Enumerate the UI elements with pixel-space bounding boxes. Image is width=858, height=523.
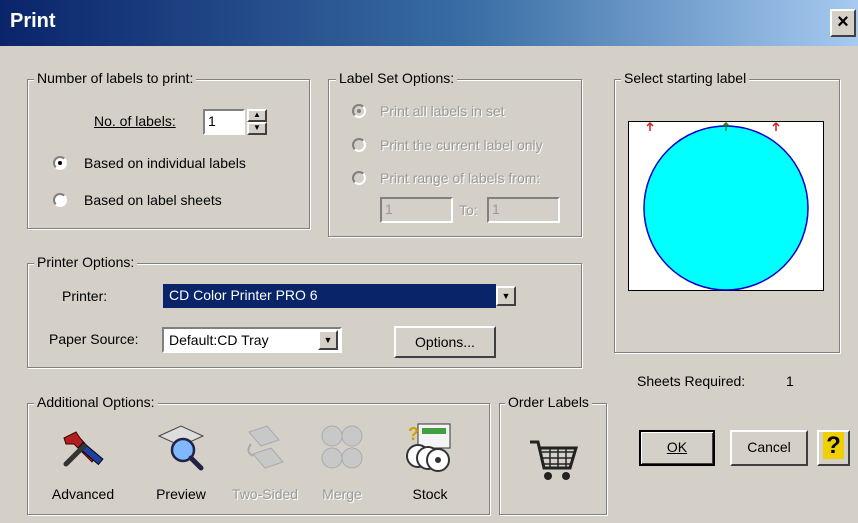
printer-options-button[interactable]: Options... — [394, 326, 496, 358]
magnifier-icon — [157, 425, 205, 471]
radio-print-range-label[interactable]: Print range of labels from: — [380, 170, 540, 186]
printer-select[interactable]: CD Color Printer PRO 6 ▼ — [163, 284, 530, 308]
printer-dropdown-button[interactable]: ▼ — [496, 286, 516, 306]
start-label-group-legend: Select starting label — [621, 70, 750, 86]
radio-print-range[interactable] — [352, 171, 366, 185]
tool-preview-label[interactable]: Preview — [145, 486, 217, 502]
printer-select-value[interactable]: CD Color Printer PRO 6 — [163, 284, 496, 308]
paper-source-dropdown-button[interactable]: ▼ — [318, 330, 338, 350]
additional-group-legend: Additional Options: — [34, 394, 158, 410]
title-bar — [0, 0, 858, 46]
tools-icon — [63, 431, 104, 467]
radio-print-current[interactable] — [352, 138, 366, 152]
labels-count-spinner[interactable]: ▲ ▼ — [247, 109, 267, 135]
cancel-button-label[interactable]: Cancel — [747, 439, 791, 455]
help-icon: ? — [823, 432, 844, 459]
labels-group-legend: Number of labels to print: — [34, 70, 197, 86]
tool-two-sided-label[interactable]: Two-Sided — [225, 486, 305, 502]
tool-merge[interactable]: Merge — [307, 420, 377, 510]
help-button[interactable]: ? — [817, 430, 850, 466]
tool-stock[interactable]: ? Stock — [393, 420, 467, 510]
tool-preview[interactable]: Preview — [145, 420, 217, 510]
tool-advanced[interactable]: Advanced — [42, 420, 124, 510]
range-to-label: To: — [459, 202, 478, 218]
cancel-button[interactable]: Cancel — [730, 430, 808, 466]
order-group-legend: Order Labels — [505, 394, 592, 410]
svg-text:?: ? — [408, 424, 419, 444]
tool-stock-label[interactable]: Stock — [393, 486, 467, 502]
merge-icon — [321, 425, 363, 469]
range-from-input[interactable]: 1 — [380, 197, 453, 223]
sheets-required-label: Sheets Required: — [637, 373, 746, 389]
labels-count-input[interactable]: 1 — [203, 109, 245, 135]
tool-advanced-label[interactable]: Advanced — [42, 486, 124, 502]
stock-icon: ? — [406, 423, 451, 472]
radio-print-all-label[interactable]: Print all labels in set — [380, 103, 505, 119]
radio-label-sheets-label[interactable]: Based on label sheets — [84, 192, 222, 208]
tool-two-sided[interactable]: Two-Sided — [225, 420, 305, 510]
radio-print-all[interactable] — [352, 104, 366, 118]
paper-source-select[interactable]: Default:CD Tray ▼ — [162, 327, 342, 353]
ok-button[interactable]: OK — [639, 430, 715, 466]
paper-source-value[interactable]: Default:CD Tray — [169, 332, 269, 348]
cd-label-circle[interactable] — [643, 125, 809, 291]
spin-down-button[interactable]: ▼ — [247, 122, 267, 135]
radio-print-current-label[interactable]: Print the current label only — [380, 137, 543, 153]
range-to-input[interactable]: 1 — [487, 197, 560, 223]
printer-group-legend: Printer Options: — [34, 254, 138, 270]
label-set-group-legend: Label Set Options: — [336, 70, 458, 86]
two-sided-icon — [247, 425, 284, 469]
printer-label: Printer: — [62, 288, 108, 304]
radio-individual-labels-label[interactable]: Based on individual labels — [84, 155, 246, 171]
label-sheet-preview[interactable] — [628, 121, 824, 291]
ok-button-label[interactable]: OK — [667, 439, 687, 455]
cart-icon[interactable] — [526, 436, 582, 484]
sheets-required-value: 1 — [786, 373, 794, 389]
tool-merge-label[interactable]: Merge — [307, 486, 377, 502]
radio-individual-labels[interactable] — [53, 156, 67, 170]
window-title: Print — [10, 10, 56, 32]
paper-source-label: Paper Source: — [49, 331, 139, 347]
printer-options-button-label[interactable]: Options... — [415, 334, 475, 350]
close-button[interactable]: × — [830, 9, 856, 37]
radio-label-sheets[interactable] — [53, 193, 67, 207]
labels-count-label: No. of labels: — [94, 113, 176, 129]
spin-up-button[interactable]: ▲ — [247, 109, 267, 122]
